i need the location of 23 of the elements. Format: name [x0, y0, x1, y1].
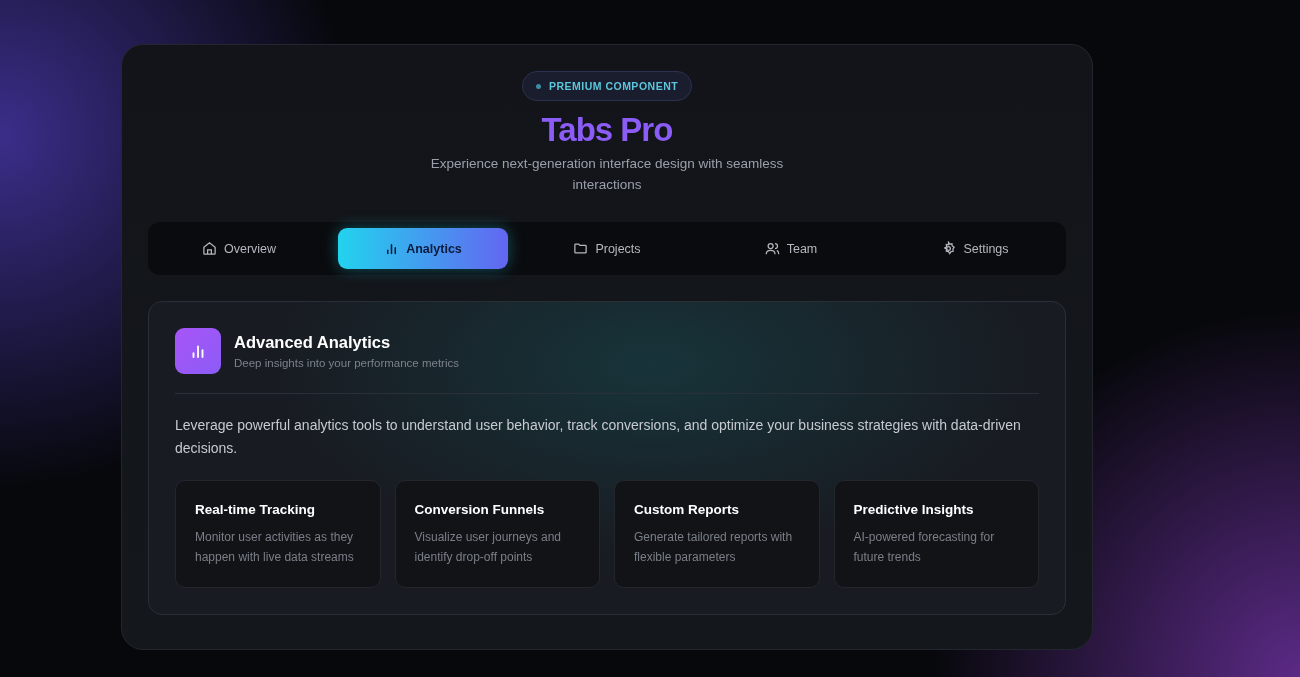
- tab[interactable]: Analytics: [338, 228, 508, 269]
- panel-description: Leverage powerful analytics tools to understand user behavior, track conversions, and optimize your business strategies with data-driven decisions.: [175, 416, 1022, 458]
- feature-description: AI-powered forecasting for future trends: [853, 529, 996, 566]
- feature-description: Monitor user activities as they happen with live data streams: [195, 529, 355, 566]
- feature-description: Generate tailored reports with flexible parameters: [634, 529, 794, 566]
- users-icon: [764, 241, 780, 256]
- premium-badge: PREMIUM COMPONENT: [521, 71, 693, 101]
- page-subtitle: Experience next-generation interface design with seamless interactions: [429, 155, 785, 194]
- settings-icon: [941, 241, 957, 256]
- feature-title: Custom Reports: [634, 502, 740, 517]
- tab[interactable]: Projects: [522, 228, 692, 269]
- tab[interactable]: Overview: [154, 228, 324, 269]
- feature-title: Conversion Funnels: [414, 502, 546, 517]
- feature-description: Visualize user journeys and identify drop-off points: [414, 529, 563, 566]
- folder-icon: [573, 241, 589, 256]
- tab[interactable]: Settings: [890, 228, 1060, 269]
- feature-title: Predictive Insights: [853, 502, 975, 517]
- panel-subtitle: Deep insights into your performance metrics: [234, 357, 459, 369]
- tab[interactable]: Team: [706, 228, 876, 269]
- page-title: Tabs Pro: [541, 111, 673, 149]
- feature-title: Real-time Tracking: [195, 502, 317, 517]
- home-icon: [201, 241, 217, 256]
- panel-title: Advanced Analytics: [234, 333, 392, 352]
